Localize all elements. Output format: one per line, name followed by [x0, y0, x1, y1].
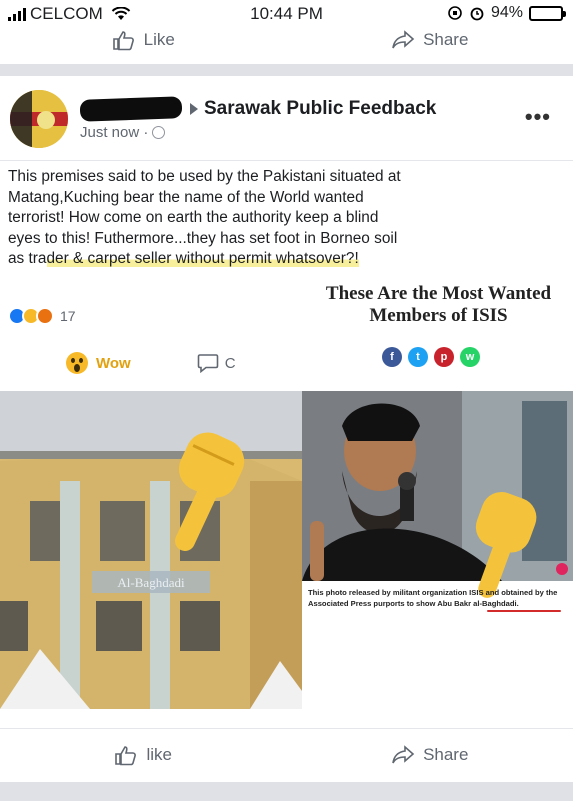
comment-icon	[197, 354, 219, 373]
comment-label: C	[224, 354, 236, 372]
arrow-right-icon	[190, 103, 198, 115]
status-right: 94%	[447, 4, 566, 22]
facebook-icon: f	[382, 347, 402, 367]
redacted-username	[79, 96, 183, 122]
post-text: This premises said to be used by the Pak…	[8, 167, 403, 270]
caption-underline	[487, 610, 561, 612]
post-meta: Just now ·	[80, 124, 166, 141]
news-photo: This photo released by militant organiza…	[302, 391, 573, 709]
reaction-summary[interactable]: 17	[8, 307, 76, 325]
group-name[interactable]: Sarawak Public Feedback	[204, 98, 436, 120]
wow-label: Wow	[96, 354, 131, 372]
article-headline: These Are the Most Wanted Members of ISI…	[325, 283, 552, 326]
post-timestamp[interactable]: Just now ·	[80, 124, 148, 141]
orientation-lock-icon	[448, 6, 462, 20]
share-label: Share	[423, 744, 469, 764]
whatsapp-icon: w	[460, 347, 480, 367]
building-sign-text: Al-Baghdadi	[117, 575, 185, 590]
comment-button[interactable]: C	[197, 353, 236, 373]
angry-reaction-icon	[36, 307, 54, 325]
share-arrow-icon	[392, 744, 415, 763]
screenshot-action-row: Wow C	[0, 345, 302, 381]
wow-button[interactable]: Wow	[66, 352, 131, 374]
like-label: like	[146, 744, 172, 764]
building-photo: Al-Baghdadi	[0, 391, 302, 709]
twitter-icon: t	[408, 347, 428, 367]
previous-post-actions: Like Share	[0, 22, 573, 58]
article-share-icons: f t p w	[382, 347, 480, 367]
post-header-title: Sarawak Public Feedback	[190, 98, 436, 120]
screenshot-post: This premises said to be used by the Pak…	[0, 161, 401, 389]
like-button[interactable]: like	[0, 729, 287, 780]
more-options-icon[interactable]: •••	[525, 104, 551, 130]
news-article-header: These Are the Most Wanted Members of ISI…	[304, 269, 573, 389]
battery-icon	[529, 5, 566, 21]
share-arrow-icon	[392, 30, 415, 49]
share-button[interactable]: Share	[287, 729, 573, 780]
post-actions: like Share	[0, 728, 573, 780]
avatar[interactable]	[10, 90, 68, 148]
reaction-count: 17	[60, 308, 76, 324]
battery-percent: 94%	[490, 4, 523, 21]
wow-face-icon	[66, 352, 88, 374]
pinterest-icon: p	[434, 347, 454, 367]
alarm-icon	[470, 7, 484, 21]
share-button-top[interactable]: Share	[287, 22, 573, 58]
feed-divider-bottom	[0, 782, 573, 801]
like-button-top[interactable]: Like	[0, 22, 287, 58]
shared-image[interactable]: This premises said to be used by the Pak…	[0, 160, 573, 709]
photo-caption: This photo released by militant organiza…	[308, 588, 558, 608]
thumbs-up-icon	[115, 745, 137, 765]
like-label: Like	[143, 30, 175, 49]
globe-icon	[152, 126, 166, 139]
thumbs-up-icon	[112, 31, 134, 51]
post-text-highlight: der & carpet seller without permit whats…	[46, 250, 359, 267]
feed-divider	[0, 64, 573, 76]
share-label: Share	[423, 30, 469, 49]
